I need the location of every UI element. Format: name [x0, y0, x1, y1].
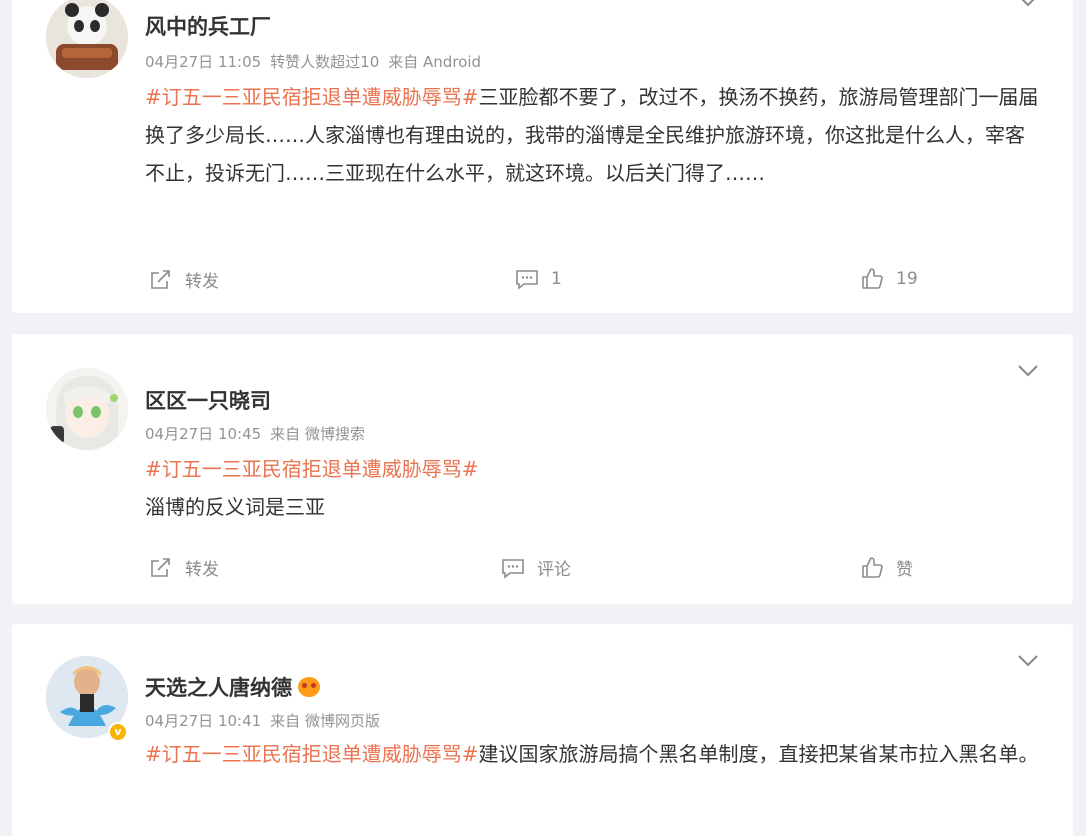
- repost-button[interactable]: 转发: [149, 555, 219, 580]
- chevron-down-icon[interactable]: [1017, 654, 1039, 668]
- post-text: 淄博的反义词是三亚: [145, 495, 325, 519]
- post-time[interactable]: 04月27日 11:05: [145, 53, 261, 71]
- repost-label: 转发: [185, 560, 219, 580]
- comment-count: 1: [551, 269, 562, 289]
- post-content: #订五一三亚民宿拒退单遭威胁辱骂#三亚脸都不要了，改过不，换汤不换药，旅游局管理…: [145, 78, 1040, 192]
- weibo-feed: 风中的兵工厂 04月27日 11:05 转赞人数超过10 来自 Android #订…: [0, 0, 1086, 836]
- post-content: #订五一三亚民宿拒退单遭威胁辱骂# 淄博的反义词是三亚: [145, 450, 1040, 526]
- user-name[interactable]: 风中的兵工厂: [145, 11, 271, 41]
- post-note: 转赞人数超过10: [270, 53, 380, 71]
- avatar[interactable]: [46, 0, 128, 78]
- thumbs-up-icon: [862, 556, 883, 578]
- repost-icon: [151, 557, 170, 577]
- like-count: 19: [896, 269, 918, 289]
- chevron-down-icon[interactable]: [1017, 364, 1039, 378]
- user-name-text: 天选之人唐纳德: [145, 676, 292, 700]
- hashtag-link[interactable]: #订五一三亚民宿拒退单遭威胁辱骂#: [145, 742, 479, 766]
- repost-button[interactable]: 转发: [149, 267, 219, 292]
- action-bar: 转发 1 19: [12, 267, 1073, 297]
- like-button[interactable]: 19: [860, 267, 918, 291]
- post-card: 风中的兵工厂 04月27日 11:05 转赞人数超过10 来自 Android #订…: [12, 0, 1073, 313]
- hashtag-link[interactable]: #订五一三亚民宿拒退单遭威胁辱骂#: [145, 457, 479, 481]
- post-time[interactable]: 04月27日 10:41: [145, 712, 261, 730]
- post-meta: 04月27日 11:05 转赞人数超过10 来自 Android: [145, 51, 490, 72]
- avatar[interactable]: [46, 368, 128, 450]
- post-source: 来自 微博网页版: [270, 712, 380, 730]
- comment-button[interactable]: 1: [515, 267, 562, 291]
- like-label: 赞: [896, 560, 913, 580]
- post-meta: 04月27日 10:41 来自 微博网页版: [145, 710, 389, 731]
- post-card: v 天选之人唐纳德 04月27日 10:41 来自 微博网页版 #订五一三亚民宿拒…: [12, 624, 1073, 836]
- repost-label: 转发: [185, 272, 219, 292]
- post-time[interactable]: 04月27日 10:45: [145, 425, 261, 443]
- verified-badge: v: [108, 722, 128, 742]
- comment-label: 评论: [537, 560, 571, 580]
- user-name[interactable]: 天选之人唐纳德: [145, 672, 320, 702]
- post-source: 来自 微博搜索: [270, 425, 365, 443]
- thumbs-up-icon: [862, 268, 883, 289]
- post-source: 来自 Android: [388, 53, 482, 71]
- repost-icon: [151, 269, 170, 289]
- comment-icon: [502, 558, 524, 579]
- post-card: 区区一只晓司 04月27日 10:45 来自 微博搜索 #订五一三亚民宿拒退单遭威…: [12, 334, 1073, 604]
- post-meta: 04月27日 10:45 来自 微博搜索: [145, 423, 374, 444]
- action-bar: 转发 评论 赞: [12, 555, 1073, 585]
- post-content: #订五一三亚民宿拒退单遭威胁辱骂#建议国家旅游局搞个黑名单制度，直接把某省某市拉…: [145, 735, 1040, 773]
- comment-button[interactable]: 评论: [501, 555, 571, 580]
- emoji-badge-icon: [298, 677, 320, 697]
- hashtag-link[interactable]: #订五一三亚民宿拒退单遭威胁辱骂#: [145, 85, 479, 109]
- post-text: 建议国家旅游局搞个黑名单制度，直接把某省某市拉入黑名单。: [478, 742, 1039, 766]
- user-name[interactable]: 区区一只晓司: [145, 385, 271, 415]
- chevron-down-icon[interactable]: [1017, 0, 1039, 8]
- like-button[interactable]: 赞: [860, 555, 913, 580]
- comment-icon: [516, 270, 538, 290]
